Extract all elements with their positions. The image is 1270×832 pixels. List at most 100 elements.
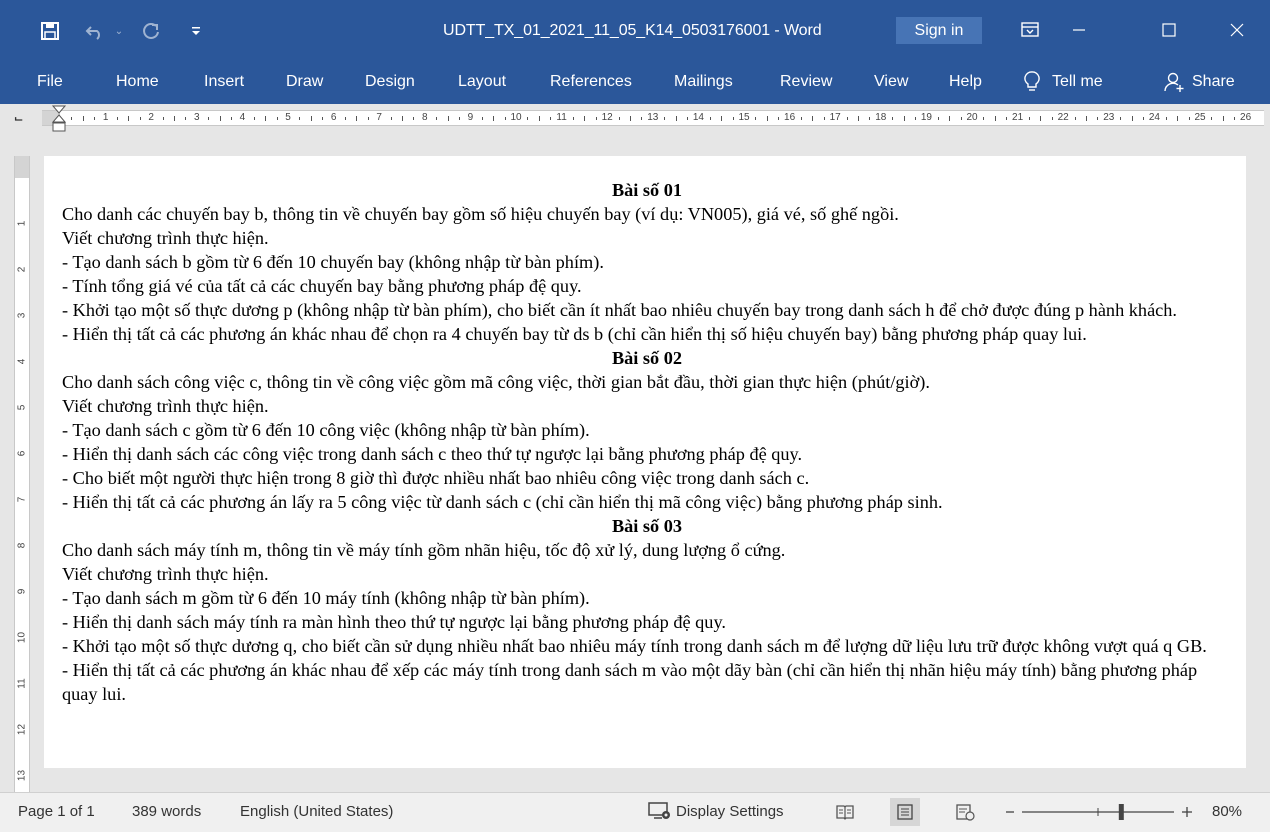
document-paragraph[interactable]: - Hiển thị tất cả các phương án lấy ra 5… <box>62 490 1232 514</box>
maximize-button[interactable] <box>1146 16 1192 44</box>
save-button[interactable] <box>36 18 64 44</box>
ruler-label: 9 <box>467 112 474 123</box>
tell-me-search[interactable]: Tell me <box>1024 70 1103 94</box>
document-body[interactable]: Bài số 01 Cho danh các chuyến bay b, thôn… <box>62 178 1232 706</box>
tab-view[interactable]: View <box>874 70 908 94</box>
ruler-tick <box>937 117 939 120</box>
document-paragraph[interactable]: - Tạo danh sách m gồm từ 6 đến 10 máy tí… <box>62 586 1232 610</box>
ruler-tick <box>823 117 825 120</box>
horizontal-ruler[interactable]: 1 2 3 4 5 6 7 8 9 10 11 12 13 14 15 16 17 18 19 20 21 22 23 24 2… <box>42 110 1264 126</box>
ruler-tick <box>687 117 688 120</box>
ruler-tick <box>128 116 130 121</box>
document-paragraph[interactable]: - Tạo danh sách b gồm từ 6 đến 10 chuyến… <box>62 250 1232 274</box>
tab-references[interactable]: References <box>550 70 632 94</box>
minimize-button[interactable] <box>1056 16 1102 44</box>
document-paragraph[interactable]: Viết chương trình thực hiện. <box>62 226 1232 250</box>
document-paragraph[interactable]: - Khởi tạo một số thực dương q, cho biết… <box>62 634 1232 658</box>
document-paragraph[interactable]: - Hiển thị tất cả các phương án khác nha… <box>62 322 1232 346</box>
redo-button[interactable] <box>138 18 164 44</box>
section-heading[interactable]: Bài số 01 <box>62 178 1232 202</box>
document-paragraph[interactable]: - Hiển thị danh sách các công việc trong… <box>62 442 1232 466</box>
document-paragraph[interactable]: - Tính tổng giá vé của tất cả các chuyến… <box>62 274 1232 298</box>
document-paragraph[interactable]: Viết chương trình thực hiện. <box>62 562 1232 586</box>
zoom-thumb[interactable] <box>1118 804 1124 820</box>
ruler-label: 17 <box>829 112 841 123</box>
ruler-label: 26 <box>1240 112 1252 123</box>
ruler-tick <box>71 117 73 120</box>
tab-help[interactable]: Help <box>949 70 982 94</box>
ruler-tick <box>356 116 358 121</box>
section-heading[interactable]: Bài số 03 <box>62 514 1232 538</box>
zoom-level[interactable]: 80% <box>1212 803 1242 820</box>
vertical-ruler[interactable]: 1 2 3 4 5 6 7 8 9 10 11 12 13 <box>14 156 30 792</box>
close-icon <box>1230 23 1244 37</box>
ruler-tick <box>664 117 666 120</box>
document-paragraph[interactable]: Cho danh sách công việc c, thông tin về … <box>62 370 1232 394</box>
document-paragraph[interactable]: - Cho biết một người thực hiện trong 8 g… <box>62 466 1232 490</box>
tab-draw[interactable]: Draw <box>286 70 323 94</box>
share-button[interactable]: Share <box>1164 70 1235 94</box>
ruler-tick <box>367 117 369 120</box>
ruler-tick <box>345 117 346 120</box>
ruler-tick <box>709 117 711 120</box>
display-settings-button[interactable]: Display Settings <box>648 801 784 821</box>
zoom-slider[interactable] <box>1002 801 1196 823</box>
ruler-label: 20 <box>966 112 978 123</box>
tab-design[interactable]: Design <box>365 70 415 94</box>
ruler-label: 18 <box>875 112 887 123</box>
tab-layout[interactable]: Layout <box>458 70 506 94</box>
tab-home[interactable]: Home <box>116 70 159 94</box>
ruler-tick <box>1143 117 1144 120</box>
tab-stop-selector[interactable]: ⌙ <box>14 112 28 126</box>
indent-marker-icon[interactable] <box>51 104 67 134</box>
tab-mailings[interactable]: Mailings <box>674 70 733 94</box>
ruler-label: 3 <box>194 112 200 123</box>
document-paragraph[interactable]: - Khởi tạo một số thực dương p (không nh… <box>62 298 1232 322</box>
ruler-tick <box>447 116 449 121</box>
section-heading[interactable]: Bài số 02 <box>62 346 1232 370</box>
undo-icon <box>85 26 100 40</box>
web-layout-button[interactable] <box>950 798 980 826</box>
read-mode-button[interactable] <box>830 798 860 826</box>
ruler-tick <box>630 116 631 121</box>
document-paragraph[interactable]: Cho danh các chuyến bay b, thông tin về … <box>62 202 1232 226</box>
ruler-tick <box>573 117 574 120</box>
undo-button[interactable] <box>80 18 110 44</box>
ruler-tick <box>436 117 438 120</box>
document-paragraph[interactable]: - Hiển thị tất cả các phương án khác nha… <box>62 658 1232 706</box>
tab-review[interactable]: Review <box>780 70 832 94</box>
tab-insert[interactable]: Insert <box>204 70 244 94</box>
document-paragraph[interactable]: - Tạo danh sách c gồm từ 6 đến 10 công v… <box>62 418 1232 442</box>
ruler-tick <box>812 116 814 121</box>
print-layout-button[interactable] <box>890 798 920 826</box>
vertical-ruler-label: 13 <box>16 769 28 782</box>
customize-qat-icon[interactable] <box>186 18 206 44</box>
ruler-tick <box>801 117 802 120</box>
ruler-tick <box>595 117 597 120</box>
maximize-icon <box>1162 23 1176 37</box>
ruler-tick <box>846 117 848 120</box>
ruler-label: 23 <box>1103 112 1115 123</box>
page-count[interactable]: Page 1 of 1 <box>18 803 95 820</box>
ruler-label: 2 <box>148 112 154 123</box>
document-paragraph[interactable]: Viết chương trình thực hiện. <box>62 394 1232 418</box>
ribbon-display-options-button[interactable] <box>1014 16 1046 44</box>
close-button[interactable] <box>1214 16 1260 44</box>
document-paragraph[interactable]: - Hiển thị danh sách máy tính ra màn hìn… <box>62 610 1232 634</box>
vertical-ruler-label: 6 <box>16 450 28 457</box>
sign-in-button[interactable]: Sign in <box>896 17 982 44</box>
ruler-tick <box>892 117 894 120</box>
status-bar: Page 1 of 1 389 words English (United St… <box>0 792 1270 832</box>
tab-file[interactable]: File <box>37 70 63 94</box>
ruler-label: 21 <box>1012 112 1024 123</box>
word-count[interactable]: 389 words <box>132 803 201 820</box>
vertical-ruler-label: 2 <box>16 266 28 273</box>
document-page[interactable]: Bài số 01 Cho danh các chuyến bay b, thôn… <box>44 156 1246 768</box>
ruler-tick <box>402 116 403 121</box>
ruler-top-margin <box>15 156 29 178</box>
ruler-tick <box>276 117 278 120</box>
language-indicator[interactable]: English (United States) <box>240 803 393 820</box>
document-paragraph[interactable]: Cho danh sách máy tính m, thông tin về m… <box>62 538 1232 562</box>
undo-dropdown-icon[interactable]: ⌄ <box>112 18 126 44</box>
tell-me-label: Tell me <box>1052 73 1103 90</box>
